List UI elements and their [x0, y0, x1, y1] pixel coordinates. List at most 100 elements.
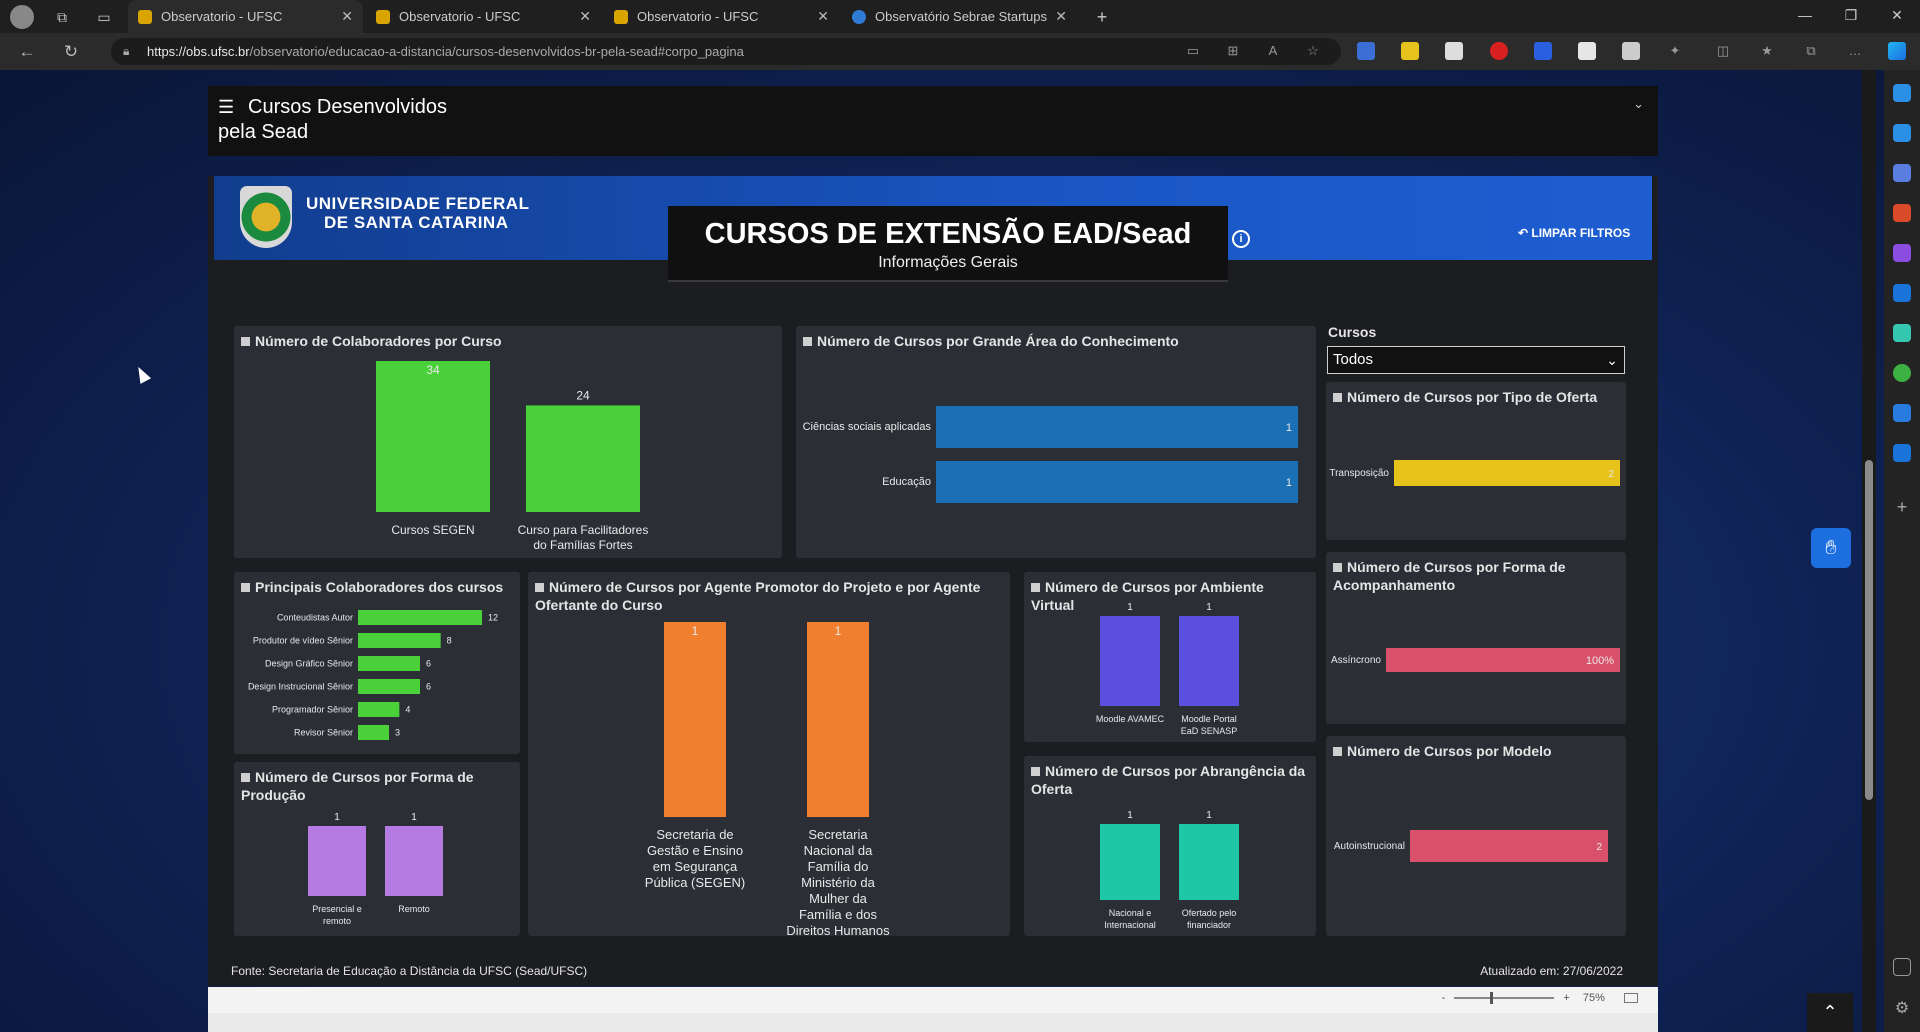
app-icon[interactable] — [1893, 364, 1911, 382]
category-label: Pública (SEGEN) — [645, 875, 745, 890]
outlook-icon[interactable] — [1893, 284, 1911, 302]
bell-icon[interactable] — [1893, 84, 1911, 102]
category-label: Design Instrucional Sênior — [248, 682, 353, 692]
category-label: remoto — [323, 916, 351, 926]
extension-icon[interactable] — [1622, 42, 1640, 60]
page-scrollbar-thumb[interactable] — [1865, 460, 1873, 800]
category-label: EaD SENASP — [1181, 726, 1238, 736]
games-icon[interactable] — [1893, 244, 1911, 262]
data-label: 1 — [411, 812, 417, 823]
split-screen-icon[interactable]: ◫ — [1714, 42, 1732, 60]
fit-page-icon[interactable] — [1624, 993, 1638, 1004]
ufsc-favicon-icon — [138, 9, 152, 24]
page-subtitle: Informações Gerais — [878, 254, 1018, 271]
page-title: CURSOS DE EXTENSÃO EAD/Sead — [704, 218, 1192, 250]
bar — [358, 725, 389, 740]
chart-abrangencia: 1 Nacional e Internacional 1 Ofertado pelo fi… — [1100, 810, 1239, 930]
address-bar-row: ← ↻ 🔒︎ https://obs.ufsc.br/observatorio/e… — [0, 33, 1920, 70]
cursos-dropdown[interactable]: Todos ⌄ — [1327, 346, 1625, 374]
tab-observatorio-3[interactable]: Observatorio - UFSC ✕ — [604, 0, 839, 33]
close-tab-icon[interactable]: ✕ — [1055, 8, 1067, 25]
app-available-icon[interactable]: ⊞ — [1224, 42, 1242, 60]
card-principais-colab: Principais Colaboradores dos cursos Cont… — [234, 572, 520, 754]
restore-icon[interactable]: ❐ — [1828, 0, 1874, 33]
zoom-slider[interactable] — [1454, 992, 1555, 1005]
copilot-icon[interactable] — [1888, 42, 1906, 60]
url-field[interactable]: 🔒︎ https://obs.ufsc.br/observatorio/educa… — [111, 38, 1341, 65]
sidebar-toggle-icon[interactable] — [1893, 958, 1911, 976]
zoom-slider-thumb[interactable] — [1490, 992, 1494, 1005]
favorite-icon[interactable]: ☆ — [1304, 42, 1322, 60]
category-label: Conteudistas Autor — [277, 613, 353, 623]
info-icon[interactable]: i — [1232, 230, 1250, 248]
category-label: Família do — [808, 859, 869, 874]
close-tab-icon[interactable]: ✕ — [817, 8, 829, 25]
category-label: Mulher da — [809, 891, 868, 906]
close-tab-icon[interactable]: ✕ — [579, 8, 591, 25]
zoom-out-button[interactable]: - — [1442, 992, 1446, 1004]
category-label: Assíncrono — [1331, 655, 1381, 666]
more-icon[interactable]: … — [1846, 42, 1864, 60]
chevron-down-icon[interactable]: ⌄ — [1633, 96, 1644, 112]
close-tab-icon[interactable]: ✕ — [341, 8, 353, 25]
bar — [358, 679, 420, 694]
category-label: Autoinstrucional — [1334, 841, 1405, 852]
chart-principais-colab: Conteudistas Autor 12 Produtor de vídeo Sê… — [248, 610, 498, 740]
zoom-control: - + 75% — [1442, 992, 1638, 1005]
extensions-icon[interactable]: ✦ — [1666, 42, 1684, 60]
category-label: Transposição — [1329, 468, 1389, 479]
clear-filters-button[interactable]: ↶ LIMPAR FILTROS — [1518, 226, 1630, 240]
extension-icon[interactable] — [1490, 42, 1508, 60]
title-box: CURSOS DE EXTENSÃO EAD/Sead Informações … — [668, 206, 1228, 282]
data-label: 6 — [426, 659, 431, 669]
tab-observatorio-2[interactable]: Observatorio - UFSC ✕ — [366, 0, 601, 33]
cast-icon[interactable]: ▭ — [1184, 42, 1202, 60]
drop-icon[interactable] — [1893, 324, 1911, 342]
outlook-icon[interactable] — [1893, 444, 1911, 462]
lock-icon[interactable]: 🔒︎ — [123, 38, 129, 65]
tab-actions-icon[interactable]: ▭ — [92, 5, 116, 29]
accessibility-hand-icon[interactable]: ✋︎ — [1811, 528, 1851, 568]
search-icon[interactable] — [1893, 124, 1911, 142]
menu-icon[interactable]: ☰ — [218, 97, 236, 118]
bar — [526, 405, 640, 512]
chart-grande-area: Ciências sociais aplicadas 1 Educação 1 — [803, 406, 1298, 503]
back-icon[interactable]: ← — [14, 40, 40, 64]
app-icon[interactable] — [1893, 404, 1911, 422]
tab-observatorio-1[interactable]: Observatorio - UFSC ✕ — [128, 0, 363, 33]
category-label: Educação — [882, 476, 931, 488]
scroll-to-top-button[interactable]: ⌃ — [1807, 993, 1853, 1032]
minimize-icon[interactable]: — — [1782, 0, 1828, 33]
translate-extension-icon[interactable] — [1357, 42, 1375, 60]
extension-icon[interactable] — [1445, 42, 1463, 60]
report-title: Cursos Desenvolvidos — [248, 96, 447, 118]
workspaces-icon[interactable]: ⧉ — [50, 5, 74, 29]
extension-icon[interactable] — [1578, 42, 1596, 60]
extension-icon[interactable] — [1401, 42, 1419, 60]
read-aloud-icon[interactable]: A — [1264, 42, 1282, 60]
favorites-icon[interactable]: ★ — [1758, 42, 1776, 60]
data-label: 1 — [1286, 422, 1292, 434]
settings-icon[interactable]: ⚙ — [1893, 1000, 1911, 1018]
bar — [936, 406, 1298, 448]
undo-icon: ↶ — [1518, 226, 1532, 240]
pbi-zoom-bar: - + 75% — [208, 987, 1658, 1013]
refresh-icon[interactable]: ↻ — [58, 40, 84, 64]
card-modelo: Número de Cursos por Modelo Autoinstruci… — [1326, 736, 1626, 936]
zoom-in-button[interactable]: + — [1563, 992, 1569, 1004]
category-label: Nacional da — [804, 843, 873, 858]
collections-icon[interactable]: ⧉ — [1802, 42, 1820, 60]
pbi-header: ☰ Cursos Desenvolvidos pela Sead ⌄ — [208, 86, 1658, 156]
report-canvas: UNIVERSIDADE FEDERAL DE SANTA CATARINA ↶ … — [208, 176, 1658, 986]
new-tab-icon[interactable]: + — [1090, 5, 1114, 29]
category-label: Programador Sênior — [272, 705, 353, 715]
bar — [1100, 824, 1160, 900]
tab-sebrae[interactable]: Observatório Sebrae Startups ✕ — [842, 0, 1077, 33]
shield-extension-icon[interactable] — [1534, 42, 1552, 60]
close-window-icon[interactable]: ✕ — [1874, 0, 1920, 33]
add-icon[interactable]: + — [1893, 498, 1911, 516]
tools-icon[interactable] — [1893, 164, 1911, 182]
category-label: Moodle Portal — [1181, 714, 1237, 724]
briefcase-icon[interactable] — [1893, 204, 1911, 222]
profile-icon[interactable] — [10, 5, 34, 29]
